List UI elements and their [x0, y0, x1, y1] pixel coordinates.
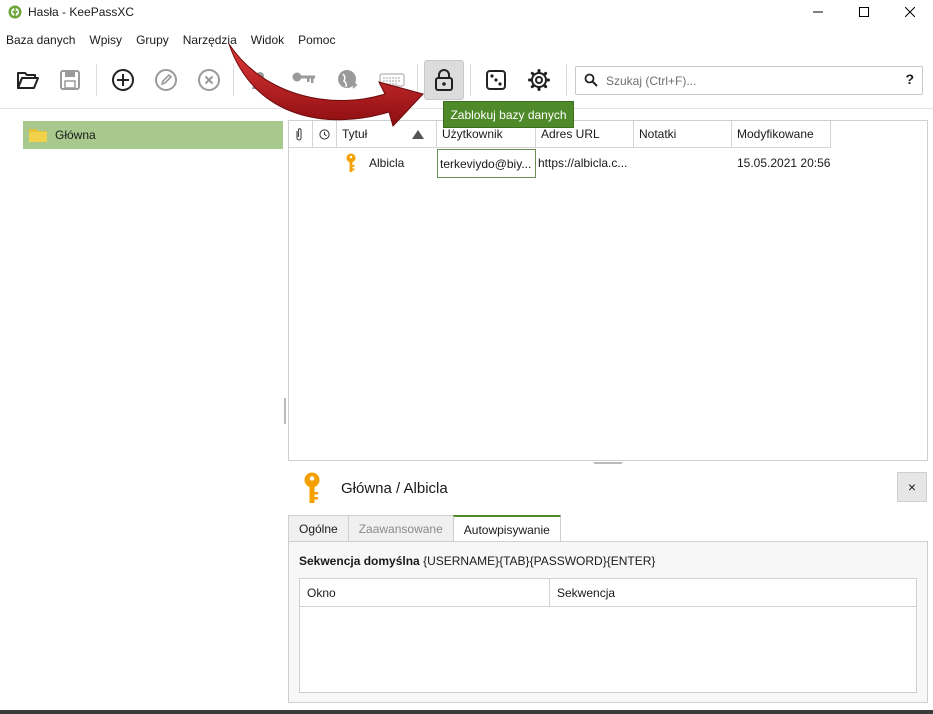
key-entry-icon: [346, 153, 356, 172]
menu-view[interactable]: Widok: [244, 30, 291, 50]
table-row[interactable]: Albicla terkeviydo@biy... https://albicl…: [289, 149, 929, 178]
minimize-icon: [813, 11, 823, 13]
sort-ascending-icon: [412, 130, 424, 139]
search-input[interactable]: [606, 71, 886, 91]
column-attachment[interactable]: [289, 121, 313, 148]
user-icon: [252, 72, 268, 89]
entry-details-title: Główna / Albicla: [341, 480, 448, 497]
menu-tools[interactable]: Narzędzia: [176, 30, 244, 50]
default-sequence-label: Sekwencja domyślna: [299, 554, 420, 568]
close-window-button[interactable]: [887, 0, 933, 24]
column-sequence[interactable]: Sekwencja: [550, 579, 916, 607]
column-title[interactable]: Tytuł: [337, 121, 437, 148]
group-item-glowna[interactable]: Główna: [23, 121, 283, 149]
column-title-label: Tytuł: [342, 127, 368, 141]
copy-username-button[interactable]: [240, 60, 280, 100]
copy-password-button[interactable]: [284, 60, 324, 100]
menu-entries[interactable]: Wpisy: [82, 30, 129, 50]
menu-groups[interactable]: Grupy: [129, 30, 176, 50]
open-database-button[interactable]: [8, 60, 48, 100]
folder-open-icon: [17, 72, 39, 89]
save-database-button[interactable]: [50, 60, 90, 100]
maximize-button[interactable]: [841, 0, 887, 24]
menu-database[interactable]: Baza danych: [0, 30, 82, 50]
clock-icon: [319, 129, 330, 140]
add-icon: [112, 69, 134, 91]
entry-username[interactable]: terkeviydo@biy...: [437, 149, 536, 178]
column-notes[interactable]: Notatki: [634, 121, 732, 148]
details-tabs: Ogólne Zaawansowane Autowpisywanie: [288, 515, 561, 542]
tab-general[interactable]: Ogólne: [288, 515, 349, 542]
maximize-icon: [859, 7, 869, 17]
lock-database-button[interactable]: [424, 60, 464, 100]
column-expires[interactable]: [313, 121, 337, 148]
delete-entry-button[interactable]: [189, 60, 229, 100]
window-associations-table: Okno Sekwencja: [299, 578, 917, 693]
minimize-button[interactable]: [795, 0, 841, 24]
close-icon: [905, 7, 915, 17]
menu-bar: Baza danych Wpisy Grupy Narzędzia Widok …: [0, 30, 342, 50]
entry-notes: [639, 149, 729, 178]
group-label: Główna: [55, 128, 96, 142]
edit-entry-button[interactable]: [146, 60, 186, 100]
password-generator-button[interactable]: [476, 60, 516, 100]
copy-url-button[interactable]: [328, 60, 368, 100]
lock-tooltip: Zablokuj bazy danych: [443, 101, 574, 128]
associations-header: Okno Sekwencja: [300, 579, 916, 607]
save-icon: [60, 70, 80, 90]
default-sequence: Sekwencja domyślna {USERNAME}{TAB}{PASSW…: [299, 554, 655, 568]
search-help-button[interactable]: ?: [905, 71, 914, 87]
autotype-button[interactable]: [372, 60, 412, 100]
edit-icon: [155, 69, 177, 91]
keyboard-icon: [379, 73, 405, 87]
title-bar: Hasła - KeePassXC: [0, 0, 933, 24]
search-icon: [584, 73, 598, 87]
add-entry-button[interactable]: [103, 60, 143, 100]
column-window[interactable]: Okno: [300, 579, 550, 607]
entry-table: Tytuł Użytkownik Adres URL Notatki Modyf…: [288, 120, 928, 461]
vertical-splitter[interactable]: [284, 398, 286, 424]
key-icon: [292, 72, 315, 83]
paperclip-icon: [296, 128, 302, 141]
tab-advanced[interactable]: Zaawansowane: [347, 515, 454, 542]
autotype-panel: Sekwencja domyślna {USERNAME}{TAB}{PASSW…: [288, 541, 928, 703]
search-box: ?: [575, 66, 923, 95]
lock-icon: [435, 69, 453, 91]
delete-icon: [198, 69, 220, 91]
globe-icon: [338, 70, 358, 89]
entry-key-icon: [304, 472, 320, 503]
folder-icon: [29, 129, 47, 142]
gear-icon: [528, 69, 550, 91]
horizontal-splitter[interactable]: [594, 462, 622, 464]
menu-help[interactable]: Pomoc: [291, 30, 342, 50]
column-modified[interactable]: Modyfikowane: [732, 121, 831, 148]
default-sequence-value: {USERNAME}{TAB}{PASSWORD}{ENTER}: [423, 554, 656, 568]
settings-button[interactable]: [519, 60, 559, 100]
entry-title: Albicla: [369, 156, 405, 170]
dice-icon: [486, 70, 506, 90]
tab-autotype[interactable]: Autowpisywanie: [452, 515, 561, 542]
window-title: Hasła - KeePassXC: [28, 5, 135, 19]
close-details-button[interactable]: ×: [897, 472, 927, 502]
keepassxc-logo-icon: [8, 5, 22, 19]
entry-url[interactable]: https://albicla.c...: [538, 149, 634, 178]
taskbar-edge: [0, 710, 933, 714]
entry-modified: 15.05.2021 20:56: [737, 156, 831, 170]
